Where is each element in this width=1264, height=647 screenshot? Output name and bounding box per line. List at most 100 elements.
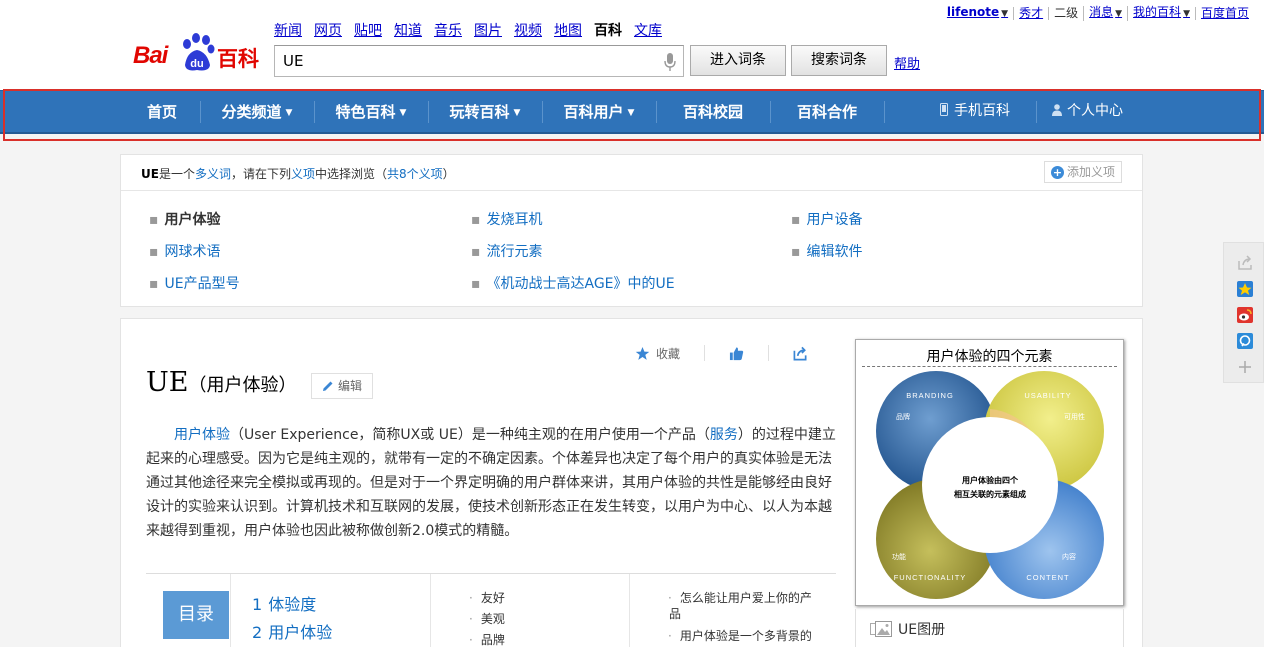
- qzone-icon[interactable]: [1237, 281, 1253, 297]
- toc-subitem[interactable]: · 用户体验是一个多背景的: [668, 627, 812, 644]
- sense-label: 用户设备: [806, 212, 863, 228]
- toc-subitem[interactable]: · 品牌: [469, 631, 505, 647]
- userbar-item[interactable]: lifenote ▼: [942, 6, 1013, 21]
- sense-item[interactable]: ▪ 《机动战士高达AGE》中的UE: [471, 273, 675, 293]
- search-input[interactable]: UE: [274, 45, 684, 77]
- sense-item[interactable]: ▪ 编辑软件: [791, 241, 863, 261]
- sense-item[interactable]: ▪ 用户设备: [791, 209, 863, 229]
- enter-entry-button[interactable]: 进入词条: [690, 45, 786, 76]
- topnav-item[interactable]: 网页: [314, 20, 342, 40]
- sense-label: 网球术语: [164, 244, 221, 260]
- nav-item[interactable]: 百科校园: [656, 91, 770, 133]
- topnav-item[interactable]: 文库: [634, 20, 662, 40]
- image-card[interactable]: 用户体验的四个元素 BRANDING 品牌 USABILITY 可用性 功能 F…: [855, 339, 1124, 606]
- toc-subitem[interactable]: · 美观: [469, 610, 505, 627]
- help-link[interactable]: 帮助: [894, 53, 920, 72]
- personal-label: 个人中心: [1067, 103, 1123, 119]
- search-entry-button[interactable]: 搜索词条: [791, 45, 887, 76]
- paw-icon: du: [183, 33, 215, 71]
- sense-link[interactable]: 义项: [291, 167, 315, 181]
- sense-item[interactable]: ▪ 流行元素: [471, 241, 543, 261]
- topnav-item[interactable]: 知道: [394, 20, 422, 40]
- topnav-item[interactable]: 地图: [554, 20, 582, 40]
- star-icon: [635, 346, 650, 360]
- nav-separator: [542, 101, 543, 123]
- userbar-item[interactable]: 我的百科 ▼: [1127, 6, 1195, 21]
- pencil-icon: [323, 381, 333, 391]
- svg-text:CONTENT: CONTENT: [1026, 573, 1069, 582]
- svg-text:USABILITY: USABILITY: [1024, 391, 1071, 400]
- userbar-item[interactable]: 秀才: [1013, 7, 1048, 20]
- svg-text:FUNCTIONALITY: FUNCTIONALITY: [894, 573, 967, 582]
- article-tools: 收藏: [635, 345, 832, 361]
- nav-item[interactable]: 百科合作: [770, 91, 884, 133]
- divider: [146, 573, 836, 574]
- topnav-item[interactable]: 视频: [514, 20, 542, 40]
- toc-item[interactable]: 1 体验度: [252, 591, 316, 615]
- add-sense-button[interactable]: + 添加义项: [1043, 161, 1122, 183]
- like-button[interactable]: [704, 345, 768, 361]
- nav-item-label: 百科校园: [682, 103, 743, 121]
- nav-item[interactable]: 百科用户 ▼: [542, 91, 656, 133]
- nav-item[interactable]: 首页: [124, 91, 200, 133]
- topnav-item[interactable]: 音乐: [434, 20, 462, 40]
- nav-item[interactable]: 特色百科 ▼: [314, 91, 428, 133]
- sense-label: UE产品型号: [164, 276, 240, 292]
- topnav-item[interactable]: 贴吧: [354, 20, 382, 40]
- topnav-item[interactable]: 百科: [594, 20, 622, 40]
- svg-text:内容: 内容: [1062, 552, 1076, 561]
- more-plus-icon[interactable]: [1237, 359, 1253, 375]
- toc-subitem-label: 品牌: [480, 633, 505, 647]
- mobile-baike-link[interactable]: 手机百科: [940, 91, 1010, 133]
- summary-link[interactable]: 服务: [710, 427, 738, 443]
- baidu-baike-logo[interactable]: Bai du 百科: [133, 30, 265, 74]
- edit-button[interactable]: 编辑: [311, 373, 374, 399]
- sense-item[interactable]: ▪ 网球术语: [149, 241, 221, 261]
- bullet-icon: ▪: [149, 244, 159, 260]
- nav-separator: [1036, 101, 1037, 123]
- collect-button[interactable]: 收藏: [635, 345, 704, 361]
- polysemant-box: UE是一个多义词，请在下列义项中选择浏览（共8个义项） + 添加义项 ▪ 用户体验…: [120, 154, 1143, 307]
- logo-baike-text: 百科: [217, 47, 259, 71]
- nav-item[interactable]: 玩转百科 ▼: [428, 91, 542, 133]
- share-icon[interactable]: [1237, 255, 1253, 271]
- sense-item[interactable]: ▪ UE产品型号: [149, 273, 240, 293]
- image-album-icon: [870, 620, 892, 637]
- summary-text: （User Experience，简称UX或 UE）是一种纯主观的在用户使用一个…: [230, 427, 710, 443]
- toc-item[interactable]: 2 用户体验: [252, 619, 332, 643]
- toc-subitem[interactable]: · 怎么能让用户爱上你的产: [668, 589, 812, 606]
- page-title: UE（用户体验）: [146, 367, 296, 398]
- userbar-item[interactable]: 百度首页: [1194, 7, 1254, 20]
- personal-center-link[interactable]: 个人中心: [1052, 91, 1123, 133]
- summary-link[interactable]: 用户体验: [174, 427, 230, 443]
- nav-separator: [656, 101, 657, 123]
- microphone-icon[interactable]: [664, 53, 676, 71]
- nav-separator: [884, 101, 885, 123]
- nav-item-label: 百科合作: [796, 103, 857, 121]
- nav-item-label: 特色百科: [335, 103, 396, 121]
- caret-down-icon: ▼: [1001, 9, 1009, 19]
- toc-subitem[interactable]: 品: [669, 605, 681, 622]
- album-link[interactable]: UE图册: [855, 609, 1124, 647]
- toc-subitem-label: 用户体验是一个多背景的: [679, 629, 812, 643]
- svg-text:du: du: [190, 58, 203, 70]
- userbar-item[interactable]: 二级: [1048, 7, 1083, 20]
- polysemant-link[interactable]: 多义词: [195, 167, 231, 181]
- toc-subitem[interactable]: · 友好: [469, 589, 505, 606]
- share-button[interactable]: [768, 345, 832, 361]
- sense-count-link[interactable]: 共8个义项: [387, 167, 443, 181]
- topnav-item[interactable]: 新闻: [274, 20, 302, 40]
- nav-separator: [200, 101, 201, 123]
- sense-item[interactable]: ▪ 发烧耳机: [471, 209, 543, 229]
- caret-down-icon: ▼: [399, 108, 407, 118]
- topnav-item[interactable]: 图片: [474, 20, 502, 40]
- nav-item[interactable]: 分类频道 ▼: [200, 91, 314, 133]
- userbar-item[interactable]: 消息 ▼: [1083, 6, 1127, 21]
- tieba-icon[interactable]: [1237, 333, 1253, 349]
- toc-label: 目录: [163, 591, 229, 639]
- polysemant-header: UE是一个多义词，请在下列义项中选择浏览（共8个义项） + 添加义项: [121, 155, 1142, 191]
- weibo-icon[interactable]: [1237, 307, 1253, 323]
- user-bar: lifenote ▼ 秀才 二级 消息 ▼ 我的百科 ▼ 百度首页: [942, 6, 1254, 21]
- share-icon: [793, 346, 807, 360]
- caret-down-icon: ▼: [1183, 9, 1190, 19]
